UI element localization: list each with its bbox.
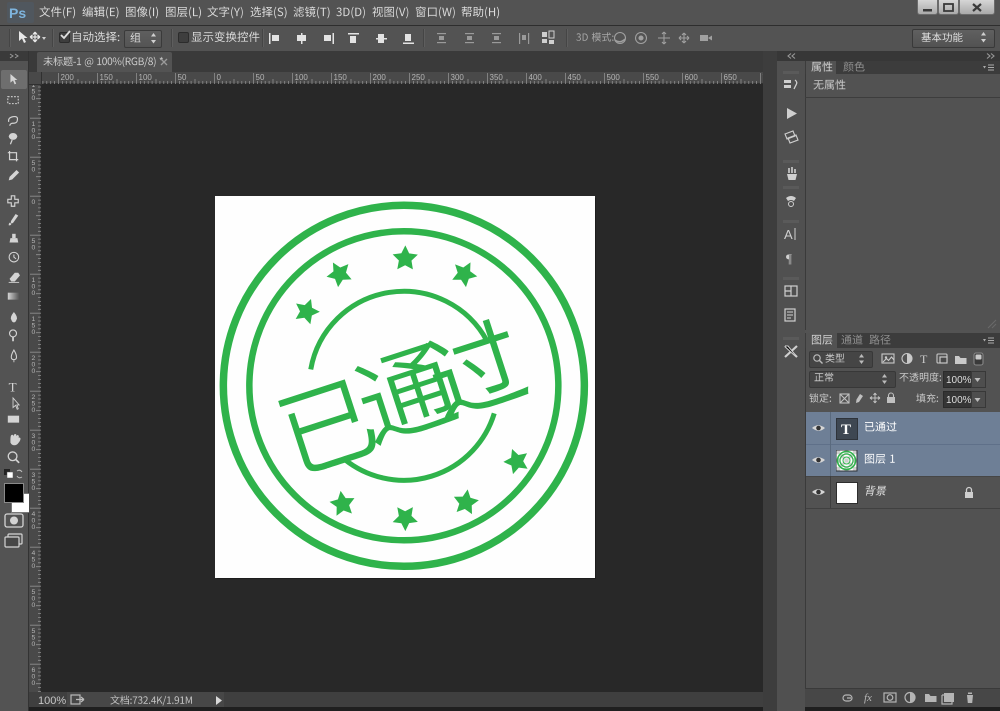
svg-text:0: 0 (32, 368, 36, 375)
svg-text:0: 0 (217, 73, 222, 82)
svg-text:0: 0 (32, 167, 36, 174)
svg-text:T: T (9, 379, 17, 394)
svg-text:¶: ¶ (786, 251, 792, 266)
svg-text:A: A (784, 227, 793, 242)
svg-text:450: 450 (568, 73, 582, 82)
svg-text:0: 0 (32, 563, 36, 570)
svg-text:250: 250 (412, 73, 426, 82)
svg-text:0: 0 (32, 446, 36, 453)
svg-text:100: 100 (139, 73, 153, 82)
svg-text:0: 0 (32, 199, 36, 206)
svg-text:0: 0 (32, 245, 36, 252)
svg-text:fx: fx (864, 692, 872, 704)
svg-text:550: 550 (646, 73, 660, 82)
svg-text:T: T (841, 422, 851, 438)
svg-text:T: T (920, 352, 928, 366)
svg-text:150: 150 (100, 73, 114, 82)
svg-text:0: 0 (32, 329, 36, 336)
svg-text:300: 300 (451, 73, 465, 82)
svg-text:0: 0 (32, 680, 36, 687)
svg-text:200: 200 (61, 73, 75, 82)
svg-text:400: 400 (529, 73, 543, 82)
svg-text:0: 0 (32, 290, 36, 297)
svg-text:100%: 100% (946, 375, 972, 386)
svg-text:0: 0 (32, 134, 36, 141)
svg-text:350: 350 (490, 73, 504, 82)
svg-text:100%: 100% (946, 395, 972, 406)
svg-text:0: 0 (32, 602, 36, 609)
svg-text:650: 650 (724, 73, 738, 82)
svg-text:50: 50 (178, 73, 187, 82)
svg-text:100%: 100% (38, 695, 66, 707)
svg-text:500: 500 (607, 73, 621, 82)
svg-text:100: 100 (295, 73, 309, 82)
svg-text:0: 0 (32, 524, 36, 531)
svg-text:150: 150 (334, 73, 348, 82)
svg-text:200: 200 (373, 73, 387, 82)
svg-text:50: 50 (256, 73, 265, 82)
svg-text:0: 0 (32, 641, 36, 648)
svg-text:600: 600 (685, 73, 699, 82)
svg-text:0: 0 (32, 407, 36, 414)
svg-text:0: 0 (32, 485, 36, 492)
svg-text:Ps: Ps (9, 5, 26, 21)
svg-text:0: 0 (32, 95, 36, 102)
